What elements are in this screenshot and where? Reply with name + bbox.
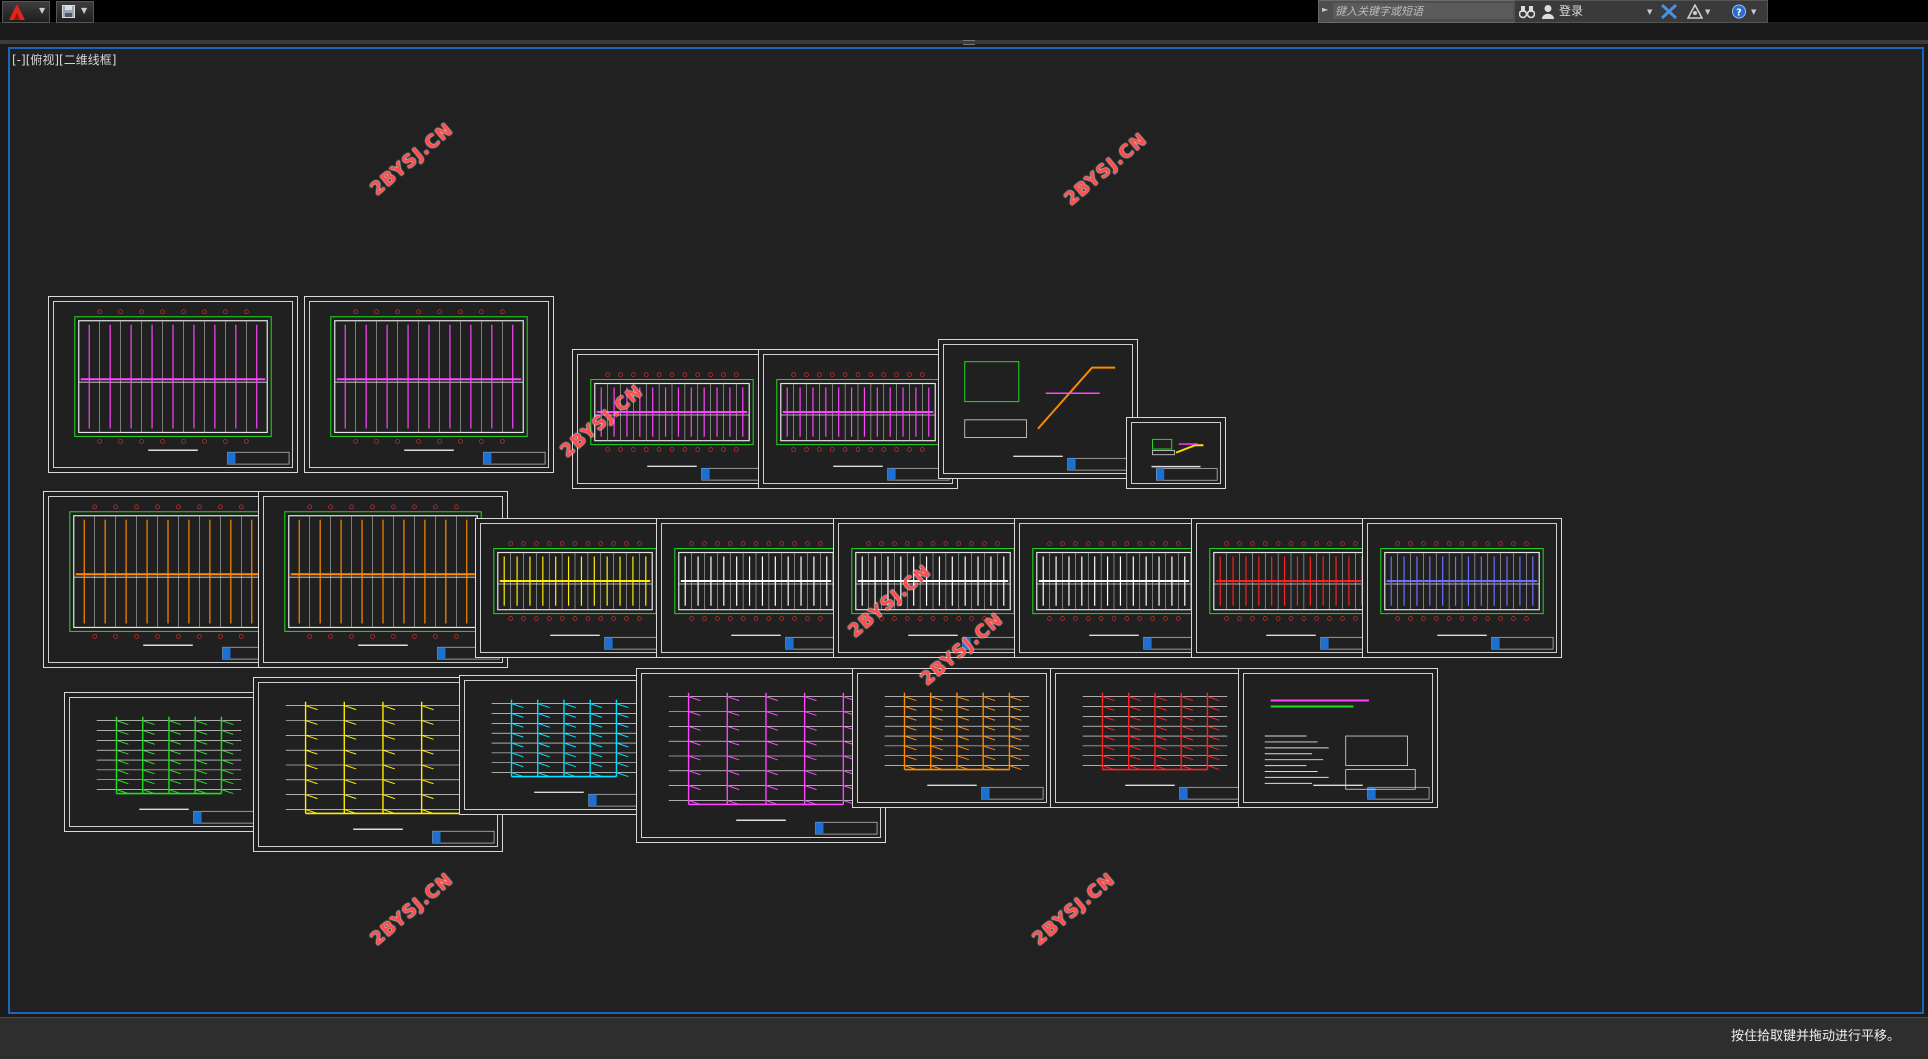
help-icon[interactable]: ? xyxy=(1731,4,1747,19)
sheet-drawing xyxy=(491,699,651,807)
watermark-text: 2BYSJ.CN xyxy=(366,118,458,200)
sheet-drawing xyxy=(330,309,546,465)
search-box: ► xyxy=(1318,0,1516,23)
sheet-drawing xyxy=(284,504,500,660)
status-message: 按住拾取键并拖动进行平移。 xyxy=(1730,1029,1900,1044)
resize-grip-icon[interactable] xyxy=(963,40,975,45)
a360-dropdown-icon[interactable]: ▼ xyxy=(1705,5,1710,20)
drawing-viewport[interactable]: [-][俯视][二维线框] 2BYSJ.CN 2BYSJ.CN 2BYSJ.CN 2B… xyxy=(8,47,1924,1014)
help-dropdown-icon[interactable]: ▼ xyxy=(1751,5,1756,20)
drawing-sheet[interactable] xyxy=(1050,668,1250,808)
login-dropdown-icon[interactable]: ▼ xyxy=(1647,5,1652,20)
sheet-drawing xyxy=(1032,541,1206,650)
status-bar: 按住拾取键并拖动进行平移。 xyxy=(0,1017,1928,1059)
autocad-logo-icon xyxy=(9,4,25,20)
drawing-sheet[interactable] xyxy=(938,339,1138,479)
exchange-icon[interactable] xyxy=(1661,4,1677,19)
a360-icon[interactable] xyxy=(1687,4,1703,19)
drawing-sheet[interactable] xyxy=(758,349,958,489)
search-input[interactable] xyxy=(1333,3,1513,19)
drawing-sheet[interactable] xyxy=(304,296,554,473)
drawing-sheet[interactable] xyxy=(475,518,675,658)
viewport-controls-label[interactable]: [-][俯视][二维线框] xyxy=(12,51,116,68)
sheet-drawing xyxy=(776,372,950,481)
drawing-sheet[interactable] xyxy=(1126,417,1226,489)
user-icon xyxy=(1542,5,1554,19)
drawing-sheet[interactable] xyxy=(1191,518,1391,658)
drawing-sheet[interactable] xyxy=(64,692,264,832)
application-menu-button[interactable]: ▼ xyxy=(2,1,50,23)
drawing-sheet[interactable] xyxy=(258,491,508,668)
sheet-drawing xyxy=(1151,438,1218,481)
drawing-sheet[interactable] xyxy=(48,296,298,473)
watermark-text: 2BYSJ.CN xyxy=(1028,868,1120,950)
sheet-drawing xyxy=(96,716,256,824)
chevron-down-icon: ▼ xyxy=(81,6,88,15)
sheet-drawing xyxy=(1209,541,1383,650)
drawing-sheet[interactable] xyxy=(1362,518,1562,658)
drawing-sheet[interactable] xyxy=(1238,668,1438,808)
watermark-text: 2BYSJ.CN xyxy=(366,868,458,950)
sheet-drawing xyxy=(884,692,1044,800)
sheet-drawing xyxy=(493,541,667,650)
drawing-sheet[interactable] xyxy=(636,668,886,843)
login-link[interactable]: 登录 xyxy=(1559,4,1583,19)
drawing-sheet[interactable] xyxy=(656,518,856,658)
sheet-drawing xyxy=(674,541,848,650)
sheet-drawing xyxy=(1380,541,1554,650)
drawing-sheet[interactable] xyxy=(1014,518,1214,658)
drawing-sheet[interactable] xyxy=(852,668,1052,808)
watermark-text: 2BYSJ.CN xyxy=(1060,128,1152,210)
sheet-drawing xyxy=(1082,692,1242,800)
sheet-drawing xyxy=(668,692,878,835)
sheet-drawing xyxy=(964,361,1130,471)
infocenter-toolbar: 登录 ▼ ▼ ? ▼ xyxy=(1514,0,1768,23)
sheet-drawing xyxy=(1264,699,1430,800)
svg-text:?: ? xyxy=(1736,7,1741,18)
drawing-sheet[interactable] xyxy=(43,491,293,668)
title-bar: ▼ ▼ ► 登录 ▼ ▼ xyxy=(0,0,1928,23)
quick-access-save-button[interactable]: ▼ xyxy=(56,1,94,23)
drawing-sheet[interactable] xyxy=(459,675,659,815)
binoculars-icon[interactable] xyxy=(1519,4,1535,19)
sheet-drawing xyxy=(74,309,290,465)
save-icon xyxy=(62,5,75,18)
expand-arrow-icon[interactable]: ► xyxy=(1322,5,1328,14)
sheet-drawing xyxy=(69,504,285,660)
chevron-down-icon: ▼ xyxy=(39,6,46,15)
